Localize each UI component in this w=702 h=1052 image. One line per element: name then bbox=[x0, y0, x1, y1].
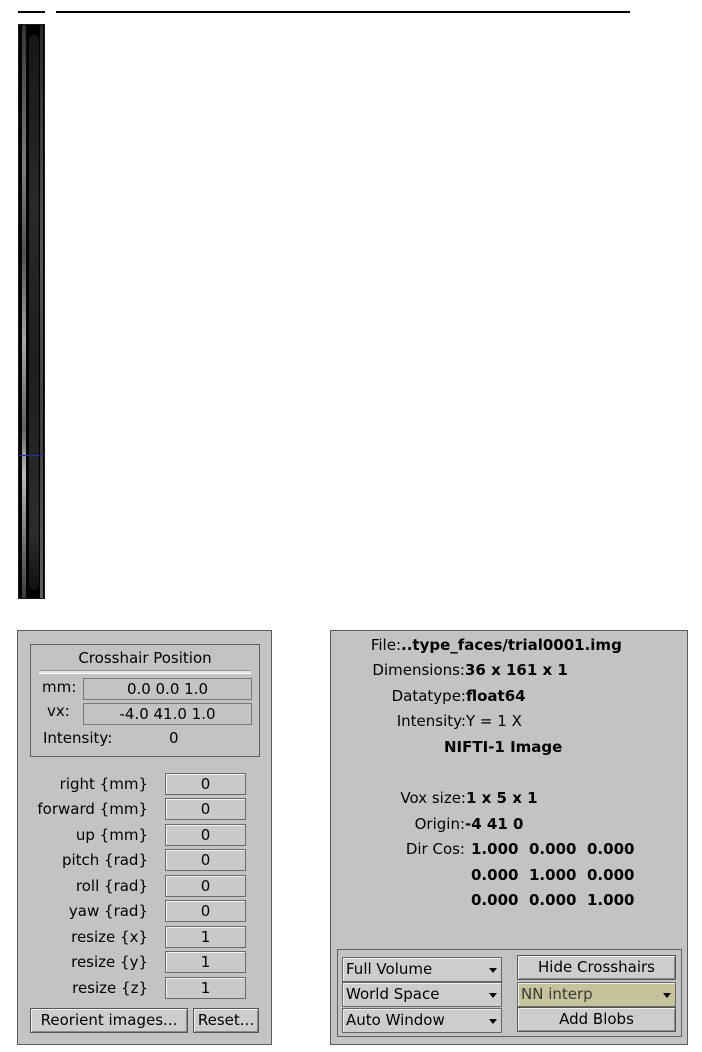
dircos-cell: 0.000 bbox=[529, 840, 577, 858]
datatype-value: float64 bbox=[466, 687, 526, 705]
chevron-down-icon bbox=[489, 968, 497, 973]
top-divider-left bbox=[18, 11, 45, 13]
top-divider-right bbox=[56, 11, 630, 13]
dircos-cell: 0.000 bbox=[471, 891, 519, 909]
intensity-scaling-label: Intensity: bbox=[396, 712, 466, 730]
right-mm-input[interactable]: 0 bbox=[165, 773, 246, 795]
image-signal-streak bbox=[22, 25, 26, 598]
intensity-scaling-value: Y = 1 X bbox=[466, 712, 522, 730]
resize-y-input[interactable]: 1 bbox=[165, 951, 246, 973]
reset-button[interactable]: Reset... bbox=[193, 1008, 259, 1033]
yaw-rad-label: yaw {rad} bbox=[68, 902, 148, 920]
space-select-value: World Space bbox=[346, 985, 440, 1003]
window-select[interactable]: Auto Window bbox=[342, 1008, 502, 1033]
dircos-cell: 0.000 bbox=[471, 866, 519, 884]
image-format: NIFTI-1 Image bbox=[444, 738, 563, 756]
dimensions-value: 36 x 161 x 1 bbox=[465, 661, 568, 679]
dircos-cell: 1.000 bbox=[529, 866, 577, 884]
origin-label: Origin: bbox=[414, 815, 465, 833]
dircos-cell: 1.000 bbox=[587, 891, 635, 909]
image-view[interactable] bbox=[18, 24, 45, 599]
mm-label: mm: bbox=[42, 678, 77, 696]
file-label: File: bbox=[370, 636, 401, 654]
intensity-value: 0 bbox=[169, 729, 179, 747]
crosshair-title: Crosshair Position bbox=[78, 649, 212, 667]
display-controls-group: Full Volume World Space Auto Window Hide… bbox=[337, 949, 682, 1037]
hide-crosshairs-button[interactable]: Hide Crosshairs bbox=[517, 955, 676, 980]
window-select-value: Auto Window bbox=[346, 1011, 445, 1029]
volume-select[interactable]: Full Volume bbox=[342, 957, 502, 982]
volume-select-value: Full Volume bbox=[346, 960, 433, 978]
space-select[interactable]: World Space bbox=[342, 982, 502, 1007]
resize-z-input[interactable]: 1 bbox=[165, 977, 246, 999]
image-info-panel: File: ..type_faces/trial0001.img Dimensi… bbox=[330, 630, 688, 1045]
dimensions-label: Dimensions: bbox=[372, 661, 465, 679]
yaw-rad-input[interactable]: 0 bbox=[165, 900, 246, 922]
file-value: ..type_faces/trial0001.img bbox=[401, 636, 622, 654]
voxsize-value: 1 x 5 x 1 bbox=[466, 789, 538, 807]
up-mm-input[interactable]: 0 bbox=[165, 824, 246, 846]
image-signal-edge bbox=[40, 25, 43, 598]
pitch-rad-input[interactable]: 0 bbox=[165, 849, 246, 871]
crosshair-horizontal-line bbox=[19, 455, 44, 456]
dircos-cell: 1.000 bbox=[471, 840, 519, 858]
orientation-panel: Crosshair Position mm: 0.0 0.0 1.0 vx: -… bbox=[17, 630, 272, 1045]
pitch-rad-label: pitch {rad} bbox=[61, 851, 148, 869]
resize-x-label: resize {x} bbox=[71, 928, 148, 946]
crosshair-position-group: Crosshair Position mm: 0.0 0.0 1.0 vx: -… bbox=[30, 644, 260, 757]
add-blobs-button[interactable]: Add Blobs bbox=[517, 1007, 676, 1032]
forward-mm-label: forward {mm} bbox=[37, 800, 148, 818]
crosshair-divider bbox=[39, 670, 251, 674]
resize-y-label: resize {y} bbox=[71, 953, 148, 971]
reorient-images-button[interactable]: Reorient images... bbox=[30, 1008, 188, 1033]
forward-mm-input[interactable]: 0 bbox=[165, 798, 246, 820]
up-mm-label: up {mm} bbox=[75, 826, 148, 844]
image-signal-core bbox=[29, 35, 39, 590]
interpolation-select-value: NN interp bbox=[521, 985, 593, 1003]
voxsize-label: Vox size: bbox=[400, 789, 466, 807]
vx-field: -4.0 41.0 1.0 bbox=[83, 703, 252, 725]
dircos-cell: 0.000 bbox=[587, 866, 635, 884]
chevron-down-icon bbox=[489, 1019, 497, 1024]
right-mm-label: right {mm} bbox=[59, 775, 148, 793]
origin-value: -4 41 0 bbox=[465, 815, 524, 833]
resize-x-input[interactable]: 1 bbox=[165, 926, 246, 948]
chevron-down-icon bbox=[663, 993, 671, 998]
roll-rad-input[interactable]: 0 bbox=[165, 875, 246, 897]
chevron-down-icon bbox=[489, 993, 497, 998]
vx-label: vx: bbox=[47, 702, 70, 720]
dircos-cell: 0.000 bbox=[529, 891, 577, 909]
intensity-label: Intensity: bbox=[43, 729, 113, 747]
dircos-label: Dir Cos: bbox=[405, 840, 465, 858]
resize-z-label: resize {z} bbox=[72, 979, 148, 997]
roll-rad-label: roll {rad} bbox=[75, 877, 148, 895]
datatype-label: Datatype: bbox=[391, 687, 466, 705]
dircos-cell: 0.000 bbox=[587, 840, 635, 858]
mm-field: 0.0 0.0 1.0 bbox=[83, 678, 252, 700]
interpolation-select[interactable]: NN interp bbox=[517, 982, 676, 1007]
